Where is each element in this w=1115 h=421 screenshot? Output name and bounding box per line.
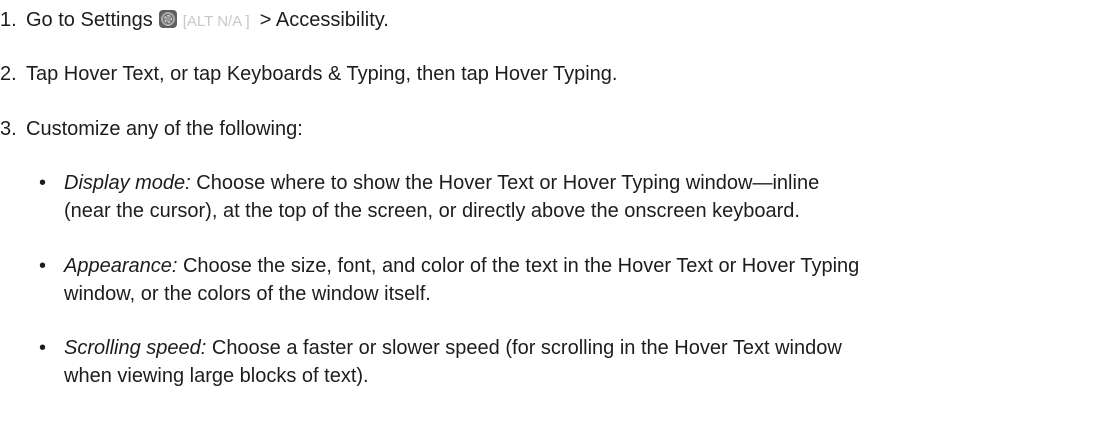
step-number: 2. — [0, 63, 17, 85]
step-1: 1. Go to Settings [ALT N/A ] > Accessibilit… — [0, 6, 389, 36]
step-text-suffix: > Accessibility. — [259, 9, 389, 31]
option-term: Appearance: — [64, 255, 178, 277]
option-term: Display mode: — [64, 172, 191, 194]
bullet-icon: • — [39, 255, 47, 277]
step-number: 3. — [0, 118, 17, 140]
option-description-continued: (near the cursor), at the top of the scr… — [64, 200, 800, 222]
option-display-mode: • Display mode: Choose where to show the… — [39, 169, 1109, 225]
option-description: Choose a faster or slower speed (for scr… — [206, 337, 842, 359]
bullet-icon: • — [39, 337, 47, 359]
option-description-continued: window, or the colors of the window itse… — [64, 283, 431, 305]
option-description: Choose the size, font, and color of the … — [177, 255, 860, 277]
settings-gear-icon — [158, 10, 177, 28]
step-3: 3. Customize any of the following: — [0, 115, 303, 143]
option-description: Choose where to show the Hover Text or H… — [190, 172, 820, 194]
option-description-continued: when viewing large blocks of text). — [64, 365, 369, 387]
step-number: 1. — [0, 9, 17, 31]
option-scrolling-speed: • Scrolling speed: Choose a faster or sl… — [39, 334, 1109, 390]
step-text: Go to Settings — [26, 9, 153, 31]
option-appearance: • Appearance: Choose the size, font, and… — [39, 252, 1109, 308]
step-text: Tap Hover Text, or tap Keyboards & Typin… — [26, 63, 618, 85]
bullet-icon: • — [39, 172, 47, 194]
step-2: 2. Tap Hover Text, or tap Keyboards & Typ… — [0, 60, 617, 88]
alt-text-placeholder: [ALT N/A ] — [182, 13, 250, 30]
accessibility-instructions: 1. Go to Settings [ALT N/A ] > Accessibilit… — [0, 0, 1115, 421]
option-term: Scrolling speed: — [64, 337, 207, 359]
step-text: Customize any of the following: — [26, 118, 303, 140]
